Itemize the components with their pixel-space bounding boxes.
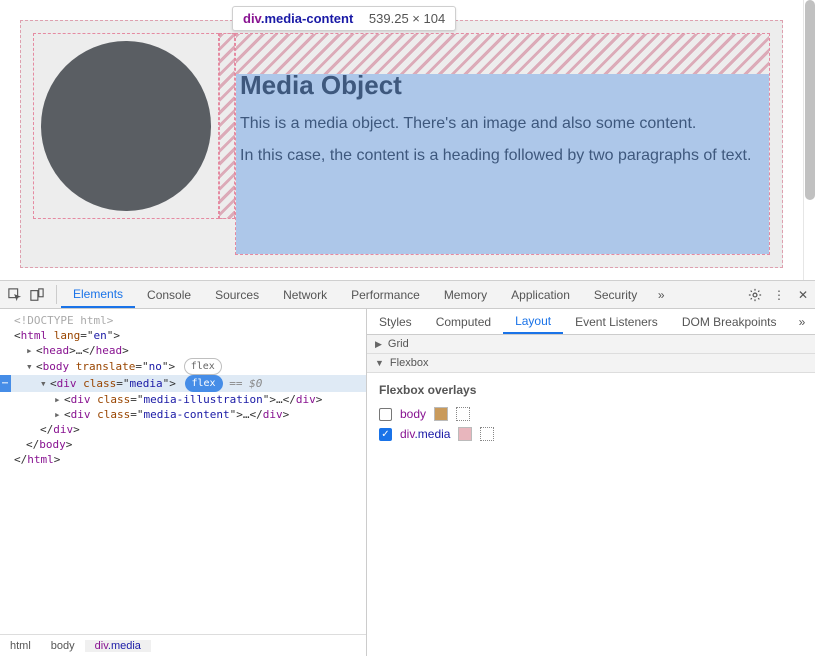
devtools-toolbar: ElementsConsoleSourcesNetworkPerformance… [0, 281, 815, 309]
tooltip-class: .media-content [261, 11, 353, 26]
dom-node-illustration[interactable]: ▸<div class="media-illustration">…</div> [0, 392, 366, 407]
media-illustration [33, 33, 219, 219]
page-preview: div.media-content 539.25 × 104 Media Obj… [0, 0, 815, 280]
tab-sources[interactable]: Sources [203, 281, 271, 308]
overlay-color-swatch[interactable] [458, 427, 472, 441]
dom-node-media[interactable]: ▾<div class="media"> flex == $0 [0, 375, 366, 392]
tab-memory[interactable]: Memory [432, 281, 499, 308]
doctype: <!DOCTYPE html> [14, 314, 113, 327]
media-heading: Media Object [236, 70, 769, 101]
close-icon[interactable]: ✕ [791, 281, 815, 308]
device-toolbar-icon[interactable] [26, 284, 48, 306]
media-flex: div.media-content 539.25 × 104 Media Obj… [33, 33, 770, 255]
inspect-element-icon[interactable] [4, 284, 26, 306]
overlay-color-swatch[interactable] [434, 407, 448, 421]
media-content[interactable]: div.media-content 539.25 × 104 Media Obj… [235, 33, 770, 255]
kebab-menu-icon[interactable]: ⋮ [767, 281, 791, 308]
dom-panel: <!DOCTYPE html> <html lang="en"> ▸<head>… [0, 309, 367, 656]
section-label: Grid [388, 338, 409, 350]
inspector-tooltip: div.media-content 539.25 × 104 [232, 6, 456, 31]
scrollbar[interactable] [803, 0, 815, 280]
styles-panel: StylesComputedLayoutEvent ListenersDOM B… [367, 309, 815, 656]
flex-badge[interactable]: flex [184, 358, 222, 375]
overlay-pattern-icon[interactable] [480, 427, 494, 441]
more-tabs-icon[interactable]: » [789, 309, 815, 334]
overlay-checkbox[interactable]: ✓ [379, 428, 392, 441]
selected-marker: == $0 [229, 377, 262, 390]
breadcrumb-item[interactable]: body [41, 640, 85, 652]
media-paragraph: This is a media object. There's an image… [236, 115, 769, 133]
dom-tree[interactable]: <!DOCTYPE html> <html lang="en"> ▸<head>… [0, 309, 366, 634]
rtab-dom-breakpoints[interactable]: DOM Breakpoints [670, 309, 789, 334]
flexbox-overlay-row: ✓ div.media [379, 427, 803, 441]
flexbox-overlay-row: body [379, 407, 803, 421]
tooltip-dimensions: 539.25 × 104 [369, 11, 445, 26]
dom-node-head[interactable]: ▸<head>…</head> [0, 343, 366, 358]
scrollbar-thumb[interactable] [805, 0, 815, 200]
rtab-event-listeners[interactable]: Event Listeners [563, 309, 670, 334]
rtab-computed[interactable]: Computed [424, 309, 503, 334]
overlay-element-label[interactable]: div.media [400, 427, 450, 441]
flex-gap-overlay [236, 34, 769, 74]
media-container: div.media-content 539.25 × 104 Media Obj… [20, 20, 783, 268]
settings-icon[interactable] [743, 281, 767, 308]
breadcrumb: html body div.media [0, 634, 366, 656]
overlay-checkbox[interactable] [379, 408, 392, 421]
tab-console[interactable]: Console [135, 281, 203, 308]
breadcrumb-item[interactable]: html [0, 640, 41, 652]
dom-node-content[interactable]: ▸<div class="media-content">…</div> [0, 407, 366, 422]
tooltip-tag: div [243, 11, 261, 26]
flex-badge[interactable]: flex [185, 375, 223, 392]
tab-elements[interactable]: Elements [61, 281, 135, 308]
more-tabs-icon[interactable]: » [649, 281, 673, 308]
section-grid[interactable]: ▶ Grid [367, 335, 815, 354]
dom-node-body[interactable]: ▾<body translate="no"> flex [0, 358, 366, 375]
tab-performance[interactable]: Performance [339, 281, 432, 308]
chevron-right-icon: ▶ [375, 339, 382, 350]
devtools: ElementsConsoleSourcesNetworkPerformance… [0, 280, 815, 656]
tab-application[interactable]: Application [499, 281, 582, 308]
section-label: Flexbox [390, 357, 429, 369]
media-paragraph: In this case, the content is a heading f… [236, 147, 769, 165]
flex-gap-overlay [219, 33, 235, 219]
tab-network[interactable]: Network [271, 281, 339, 308]
flexbox-overlays-panel: Flexbox overlays body ✓ div.media [367, 373, 815, 457]
rtab-styles[interactable]: Styles [367, 309, 424, 334]
breadcrumb-item[interactable]: div.media [85, 640, 151, 652]
overlay-pattern-icon[interactable] [456, 407, 470, 421]
circle-image [41, 41, 211, 211]
overlay-element-label[interactable]: body [400, 407, 426, 421]
panel-subtitle: Flexbox overlays [379, 383, 803, 397]
tab-security[interactable]: Security [582, 281, 649, 308]
chevron-down-icon: ▼ [375, 358, 384, 368]
rtab-layout[interactable]: Layout [503, 309, 563, 334]
section-flexbox[interactable]: ▼ Flexbox [367, 354, 815, 373]
